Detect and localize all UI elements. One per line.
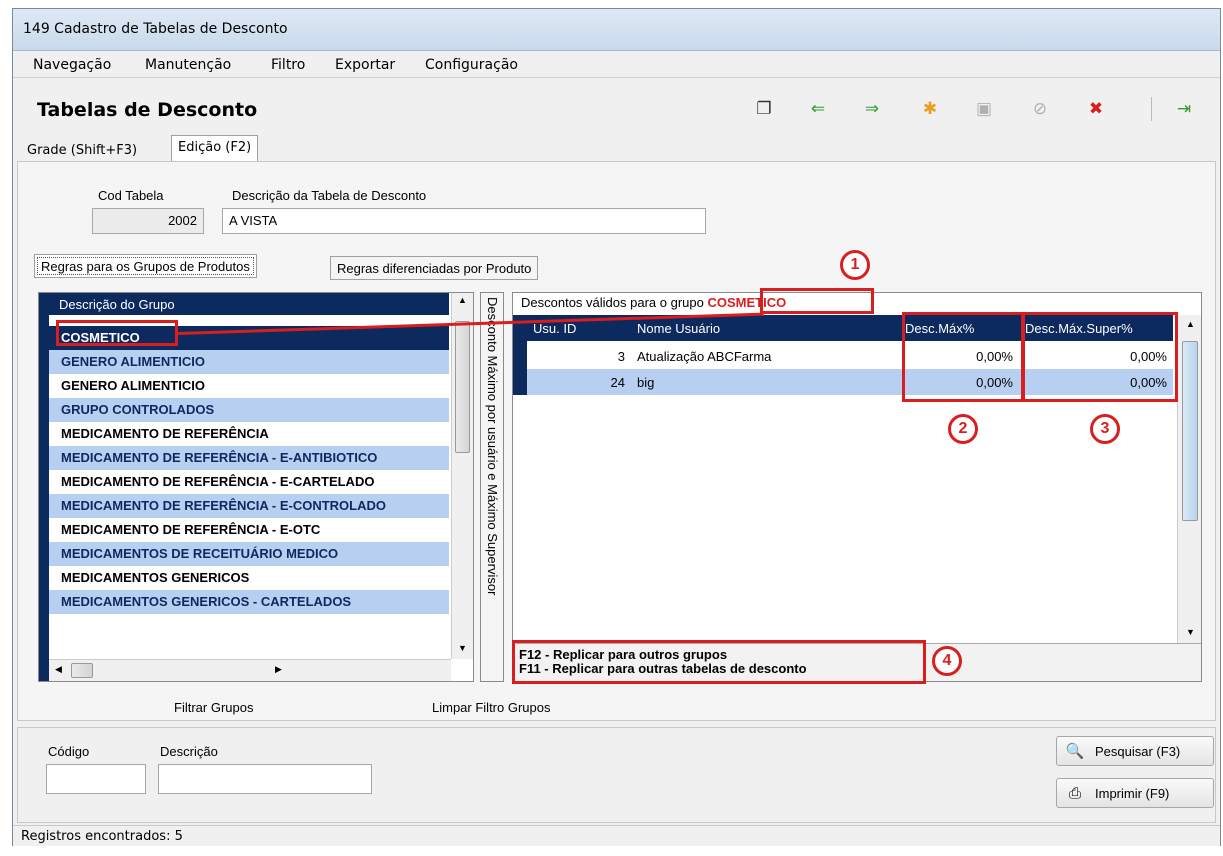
vertical-caption-panel: Desconto Máximo por usuário e Máximo Sup… [480,292,504,682]
status-bar: Registros encontrados: 5 [13,825,1220,846]
group-row[interactable]: MEDICAMENTO DE REFERÊNCIA [49,422,449,446]
annotation-box [56,320,178,346]
tab-edicao[interactable]: Edição (F2) [171,135,259,163]
cell-nome-usuario[interactable]: big [631,369,899,395]
row-indicator-column [39,293,49,681]
pesquisar-button[interactable]: 🔍 Pesquisar (F3) [1056,736,1214,766]
printer-icon: ⎙ [1068,784,1081,802]
menu-configuracao[interactable]: Configuração [425,57,518,73]
tab-regras-grupos[interactable]: Regras para os Grupos de Produtos [34,254,257,278]
annotation-marker: 2 [948,414,978,444]
toolbar-separator [1151,97,1152,121]
annotation-marker: 1 [840,250,870,280]
annotation-marker: 4 [932,646,962,676]
cell-nome-usuario[interactable]: Atualização ABCFarma [631,343,899,369]
discounts-grid-title: Descontos válidos para o grupo COSMETICO [521,295,786,310]
pesquisar-label: Pesquisar (F3) [1095,743,1181,759]
window-title: 149 Cadastro de Tabelas de Desconto [23,21,288,37]
arrow-right-icon[interactable]: ⇒ [859,97,885,121]
annotation-box [1022,312,1178,402]
cell-usu-id[interactable]: 24 [527,369,631,395]
main-tabs: Grade (Shift+F3) Edição (F2) [13,133,1220,163]
imprimir-label: Imprimir (F9) [1095,785,1170,801]
group-row[interactable]: MEDICAMENTO DE REFERÊNCIA - E-ANTIBIOTIC… [49,446,449,470]
new-icon[interactable]: ✱ [917,97,943,121]
menu-navegacao[interactable]: Navegação [33,57,111,73]
annotation-box [760,288,874,314]
cancel-icon[interactable]: ⊘ [1027,97,1053,121]
group-row[interactable]: MEDICAMENTO DE REFERÊNCIA - E-CONTROLADO [49,494,449,518]
scroll-down-icon[interactable]: ▼ [458,643,467,653]
application-window: 149 Cadastro de Tabelas de Desconto Nave… [12,8,1221,846]
limpar-filtro-link[interactable]: Limpar Filtro Grupos [432,700,550,715]
annotation-box [512,640,926,684]
menu-filtro[interactable]: Filtro [271,57,305,73]
group-row[interactable]: GENERO ALIMENTICIO [49,374,449,398]
scroll-up-icon[interactable]: ▲ [458,295,467,305]
col-nome-usuario[interactable]: Nome Usuário [631,315,899,341]
tab-grade[interactable]: Grade (Shift+F3) [21,139,143,163]
descricao-input[interactable] [158,764,372,794]
cell-usu-id[interactable]: 3 [527,343,631,369]
edit-panel: Cod Tabela 2002 Descrição da Tabela de D… [17,161,1216,721]
discounts-scroll-thumb[interactable] [1182,341,1198,521]
copy-icon[interactable]: ❐ [751,97,777,121]
group-row[interactable]: GRUPO CONTROLADOS [49,398,449,422]
groups-grid: Descrição do Grupo COSMETICO GENERO ALIM… [38,292,474,682]
search-icon: 🔍 [1065,743,1085,760]
groups-vertical-scrollbar[interactable]: ▲ ▼ [451,293,473,659]
groups-hscroll-thumb[interactable] [71,663,93,678]
annotation-box [902,312,1024,402]
annotation-marker: 3 [1090,414,1120,444]
group-row[interactable]: GENERO ALIMENTICIO [49,350,449,374]
group-row[interactable]: MEDICAMENTO DE REFERÊNCIA - E-CARTELADO [49,470,449,494]
codigo-input[interactable] [46,764,146,794]
scroll-up-icon[interactable]: ▲ [1186,319,1195,329]
groups-scroll-thumb[interactable] [455,321,470,453]
codigo-label: Código [48,744,90,759]
tab-regras-produto[interactable]: Regras diferenciadas por Produto [330,256,539,280]
descricao-label: Descrição [160,744,218,759]
search-panel: Código Descrição 🔍 Pesquisar (F3) ⎙ Impr… [17,727,1216,823]
group-row[interactable]: MEDICAMENTOS GENERICOS [49,566,449,590]
group-row[interactable]: MEDICAMENTO DE REFERÊNCIA - E-OTC [49,518,449,542]
discounts-row-indicator [513,315,527,395]
save-icon[interactable]: ▣ [971,97,997,121]
imprimir-button[interactable]: ⎙ Imprimir (F9) [1056,778,1214,808]
page-title: Tabelas de Desconto [37,99,258,121]
descricao-tabela-field[interactable]: A VISTA [222,208,706,234]
discounts-vertical-scrollbar[interactable]: ▲ ▼ [1177,315,1201,643]
menu-exportar[interactable]: Exportar [335,57,395,73]
discounts-title-prefix: Descontos válidos para o grupo [521,295,704,310]
cod-tabela-field[interactable]: 2002 [92,208,204,234]
header: Tabelas de Desconto ❐ ⇐ ⇒ ✱ ▣ ⊘ ✖ ⇥ [13,79,1220,133]
group-row[interactable]: MEDICAMENTOS GENERICOS - CARTELADOS [49,590,449,614]
vertical-caption: Desconto Máximo por usuário e Máximo Sup… [485,297,500,596]
groups-horizontal-scrollbar[interactable]: ◀ ▶ [49,659,451,681]
status-text: Registros encontrados: 5 [21,829,183,844]
scroll-left-icon[interactable]: ◀ [55,664,62,675]
delete-icon[interactable]: ✖ [1083,97,1109,121]
descricao-tabela-label: Descrição da Tabela de Desconto [232,188,427,203]
filtrar-grupos-link[interactable]: Filtrar Grupos [174,700,253,715]
scroll-down-icon[interactable]: ▼ [1186,627,1195,637]
arrow-left-icon[interactable]: ⇐ [805,97,831,121]
menu-bar: Navegação Manutenção Filtro Exportar Con… [13,52,1220,78]
menu-manutencao[interactable]: Manutenção [145,57,231,73]
group-row[interactable]: MEDICAMENTOS DE RECEITUÁRIO MEDICO [49,542,449,566]
groups-header: Descrição do Grupo [49,293,449,315]
title-bar[interactable]: 149 Cadastro de Tabelas de Desconto [13,9,1220,51]
cod-tabela-label: Cod Tabela [98,188,164,203]
exit-icon[interactable]: ⇥ [1171,97,1197,121]
scroll-right-icon[interactable]: ▶ [275,664,282,675]
